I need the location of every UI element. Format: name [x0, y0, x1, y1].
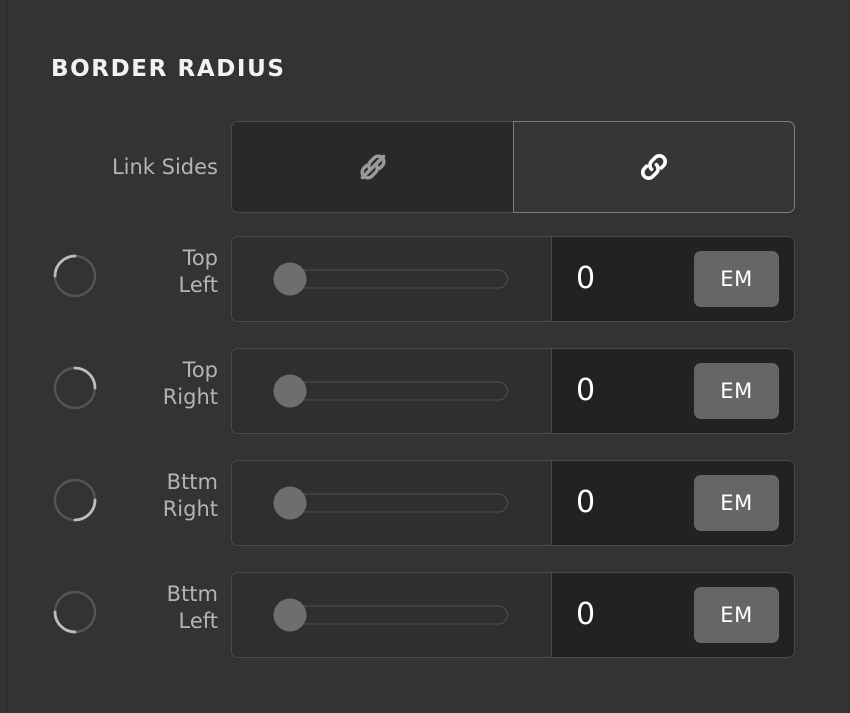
corner-label-line2: Right — [162, 385, 218, 409]
unit-button-top-left[interactable]: EM — [694, 251, 779, 307]
slider-thumb[interactable] — [273, 374, 307, 408]
border-radius-panel: BORDER RADIUS Link Sides Top Left 0 EM T… — [0, 0, 850, 713]
corner-control-bottom-right: 0 EM — [231, 460, 795, 546]
corner-label-line2: Left — [178, 273, 218, 297]
radius-value-area-top-right: 0 EM — [552, 349, 794, 433]
slider-thumb[interactable] — [273, 262, 307, 296]
page-title: BORDER RADIUS — [51, 56, 286, 82]
link-sides-unlinked-button[interactable] — [231, 121, 513, 213]
link-sides-linked-button[interactable] — [513, 121, 795, 213]
unit-button-bottom-right[interactable]: EM — [694, 475, 779, 531]
corner-label-line2: Right — [162, 497, 218, 521]
corner-label-bottom-left: Bttm Left — [40, 581, 218, 635]
corner-label-line1: Top — [182, 246, 218, 270]
corner-row-top-left: Top Left 0 EM — [0, 233, 850, 325]
radius-value-input-bottom-right[interactable]: 0 — [576, 488, 595, 518]
unit-button-top-right[interactable]: EM — [694, 363, 779, 419]
slider-track[interactable] — [282, 493, 508, 513]
link-sides-label: Link Sides — [111, 155, 218, 179]
corner-row-bottom-left: Bttm Left 0 EM — [0, 569, 850, 661]
corner-label-bottom-right: Bttm Right — [40, 469, 218, 523]
radius-slider-top-left[interactable] — [232, 237, 552, 321]
link-sides-toggle-group — [231, 121, 795, 213]
radius-value-area-top-left: 0 EM — [552, 237, 794, 321]
corner-label-top-right: Top Right — [40, 357, 218, 411]
radius-slider-top-right[interactable] — [232, 349, 552, 433]
corner-control-bottom-left: 0 EM — [231, 572, 795, 658]
corner-label-line1: Bttm — [166, 582, 218, 606]
radius-slider-bottom-left[interactable] — [232, 573, 552, 657]
slider-track[interactable] — [282, 269, 508, 289]
corner-row-bottom-right: Bttm Right 0 EM — [0, 457, 850, 549]
corner-label-line1: Bttm — [166, 470, 218, 494]
corner-label-line1: Top — [182, 358, 218, 382]
unit-button-bottom-left[interactable]: EM — [694, 587, 779, 643]
corner-row-top-right: Top Right 0 EM — [0, 345, 850, 437]
corner-label-top-left: Top Left — [40, 245, 218, 299]
slider-thumb[interactable] — [273, 486, 307, 520]
corner-control-top-right: 0 EM — [231, 348, 795, 434]
radius-value-input-bottom-left[interactable]: 0 — [576, 600, 595, 630]
corner-label-line2: Left — [178, 609, 218, 633]
radius-value-input-top-right[interactable]: 0 — [576, 376, 595, 406]
slider-track[interactable] — [282, 381, 508, 401]
radius-slider-bottom-right[interactable] — [232, 461, 552, 545]
link-sides-row: Link Sides — [0, 121, 850, 213]
link-icon — [634, 147, 674, 187]
slider-track[interactable] — [282, 605, 508, 625]
slider-thumb[interactable] — [273, 598, 307, 632]
radius-value-input-top-left[interactable]: 0 — [576, 264, 595, 294]
radius-value-area-bottom-right: 0 EM — [552, 461, 794, 545]
unlink-icon — [353, 147, 393, 187]
corner-control-top-left: 0 EM — [231, 236, 795, 322]
radius-value-area-bottom-left: 0 EM — [552, 573, 794, 657]
